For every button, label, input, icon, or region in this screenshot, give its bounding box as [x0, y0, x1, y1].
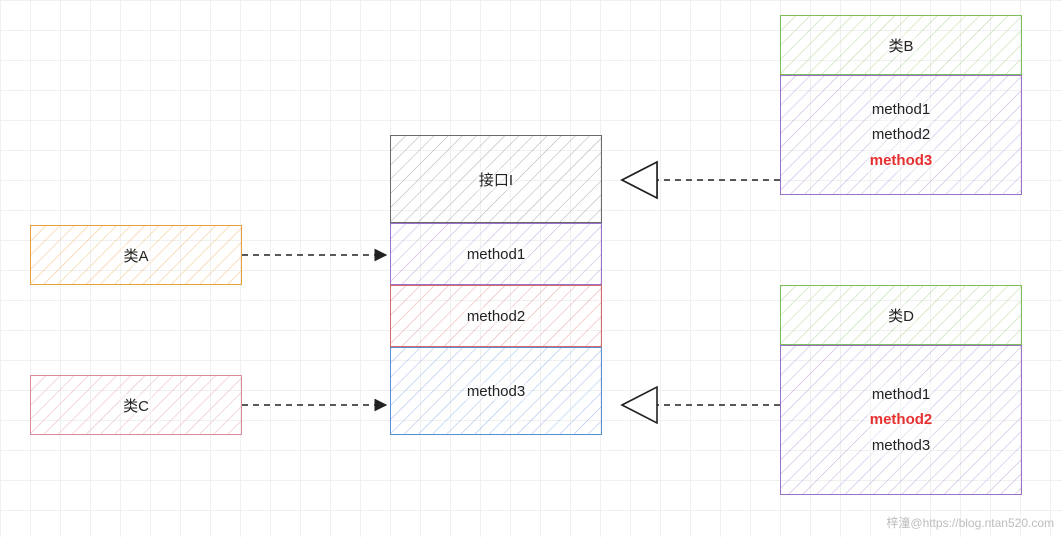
class-d-body-box: method1 method2 method3: [780, 345, 1022, 495]
class-b-m3: method3: [867, 148, 936, 173]
interface-i-title: 接口I: [476, 168, 516, 191]
class-a-label: 类A: [120, 244, 151, 267]
class-b-m2: method2: [869, 122, 933, 147]
class-d-m3: method3: [869, 433, 933, 458]
class-c-box: 类C: [30, 375, 242, 435]
interface-i-m3: method3: [464, 382, 528, 401]
class-d-title-box: 类D: [780, 285, 1022, 345]
class-a-box: 类A: [30, 225, 242, 285]
class-c-label: 类C: [120, 394, 152, 417]
interface-i-m3-box: method3: [390, 347, 602, 435]
class-d-title: 类D: [885, 304, 917, 327]
class-b-m1: method1: [869, 97, 933, 122]
class-b-body-box: method1 method2 method3: [780, 75, 1022, 195]
class-b-title: 类B: [885, 34, 916, 57]
interface-i-m1-box: method1: [390, 223, 602, 285]
watermark: 梓潼@https://blog.ntan520.com: [886, 514, 1054, 531]
interface-i-m2: method2: [464, 307, 528, 326]
class-d-m1: method1: [869, 382, 933, 407]
interface-i-title-box: 接口I: [390, 135, 602, 223]
interface-i-m2-box: method2: [390, 285, 602, 347]
interface-i-m1: method1: [464, 245, 528, 264]
class-b-title-box: 类B: [780, 15, 1022, 75]
class-d-m2: method2: [867, 407, 936, 432]
